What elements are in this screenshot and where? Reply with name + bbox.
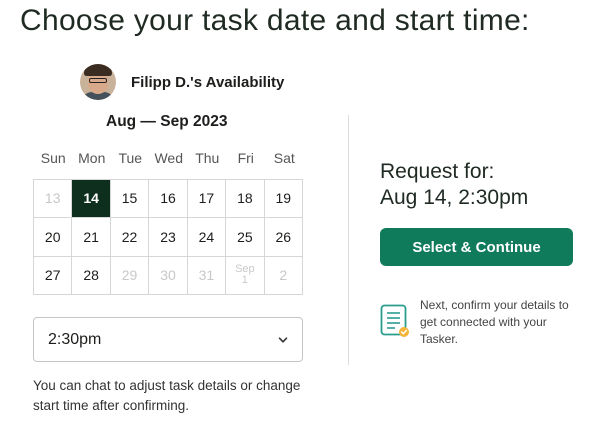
- calendar-day-label: 18: [237, 190, 253, 207]
- calendar-day: 29: [110, 256, 150, 295]
- request-label: Request for:: [380, 160, 495, 183]
- calendar-day[interactable]: 20: [34, 218, 73, 257]
- tasker-availability: Filipp D.'s Availability: [80, 64, 284, 100]
- calendar-grid: 13 14 15 16 17 18 19 20 21 22 23 24 25 26 27 28 29 30 31 Se…: [33, 179, 303, 295]
- calendar-day[interactable]: 22: [110, 218, 150, 257]
- column-divider: [348, 115, 349, 365]
- weekday-header: Sun Mon Tue Wed Thu Fri Sat: [34, 150, 304, 166]
- calendar-day: 2: [264, 256, 303, 295]
- weekday-label: Wed: [154, 150, 184, 166]
- calendar-day-label: 17: [198, 190, 215, 207]
- start-time-value: 2:30pm: [48, 330, 102, 348]
- calendar-day[interactable]: 17: [187, 180, 227, 219]
- page-title: Choose your task date and start time:: [20, 4, 530, 37]
- chevron-down-icon: [278, 336, 288, 343]
- calendar-day-label: 24: [198, 228, 215, 245]
- calendar-day-label: 13: [44, 190, 61, 207]
- calendar-day-label: 25: [237, 228, 253, 245]
- calendar-day-label: 19: [275, 190, 292, 207]
- calendar-day-label: 21: [83, 228, 99, 245]
- availability-label: Filipp D.'s Availability: [131, 73, 285, 91]
- calendar-day: 30: [149, 256, 188, 295]
- calendar-month-label: Aug — Sep 2023: [106, 113, 228, 130]
- checklist-icon: [380, 304, 409, 337]
- weekday-label: Fri: [237, 150, 254, 166]
- calendar-day-label: 15: [121, 190, 138, 207]
- weekday-label: Sat: [273, 150, 295, 166]
- calendar-day: 13: [34, 180, 73, 219]
- weekday-label: Tue: [118, 150, 143, 166]
- calendar-day[interactable]: 19: [264, 180, 303, 219]
- calendar-day[interactable]: 27: [34, 256, 73, 295]
- helper-text: You can chat to adjust task details or c…: [33, 378, 301, 413]
- calendar-day[interactable]: 24: [187, 218, 227, 257]
- next-step-text: Next, confirm your details to get connec…: [420, 298, 569, 346]
- calendar-day-label: 30: [160, 266, 176, 283]
- calendar-day[interactable]: 25: [226, 218, 265, 257]
- calendar-day[interactable]: 18: [226, 180, 265, 219]
- calendar-day-selected[interactable]: 14: [72, 180, 111, 219]
- calendar-day-label: 20: [44, 228, 61, 245]
- calendar-day[interactable]: 23: [149, 218, 188, 257]
- calendar-day[interactable]: 21: [72, 218, 111, 257]
- calendar-day-label: 16: [160, 190, 176, 207]
- weekday-label: Thu: [195, 150, 220, 166]
- calendar-day-label: 14: [83, 190, 99, 207]
- calendar-day-label: 27: [44, 266, 61, 283]
- weekday-label: Sun: [40, 150, 66, 166]
- start-time-select[interactable]: 2:30pm: [33, 317, 303, 362]
- calendar-day-label: 29: [121, 266, 138, 283]
- calendar-day[interactable]: 26: [264, 218, 303, 257]
- calendar-day: Sep 1: [226, 256, 265, 295]
- calendar-day: 31: [187, 256, 227, 295]
- avatar: [80, 64, 116, 100]
- calendar-day-label: 2: [279, 266, 288, 283]
- calendar-day-label: 23: [160, 228, 176, 245]
- calendar-day-label: 28: [83, 266, 99, 283]
- request-value: Aug 14, 2:30pm: [380, 186, 529, 209]
- weekday-label: Mon: [78, 150, 106, 166]
- calendar-day-sublabel: 1: [241, 274, 248, 287]
- calendar-day-label: 22: [121, 228, 138, 245]
- calendar-day-label: 26: [275, 228, 292, 245]
- select-continue-button[interactable]: Select & Continue: [380, 228, 573, 266]
- calendar-day[interactable]: 15: [110, 180, 150, 219]
- calendar-day[interactable]: 28: [72, 256, 111, 295]
- calendar-day-label: 31: [198, 266, 215, 283]
- calendar-day[interactable]: 16: [149, 180, 188, 219]
